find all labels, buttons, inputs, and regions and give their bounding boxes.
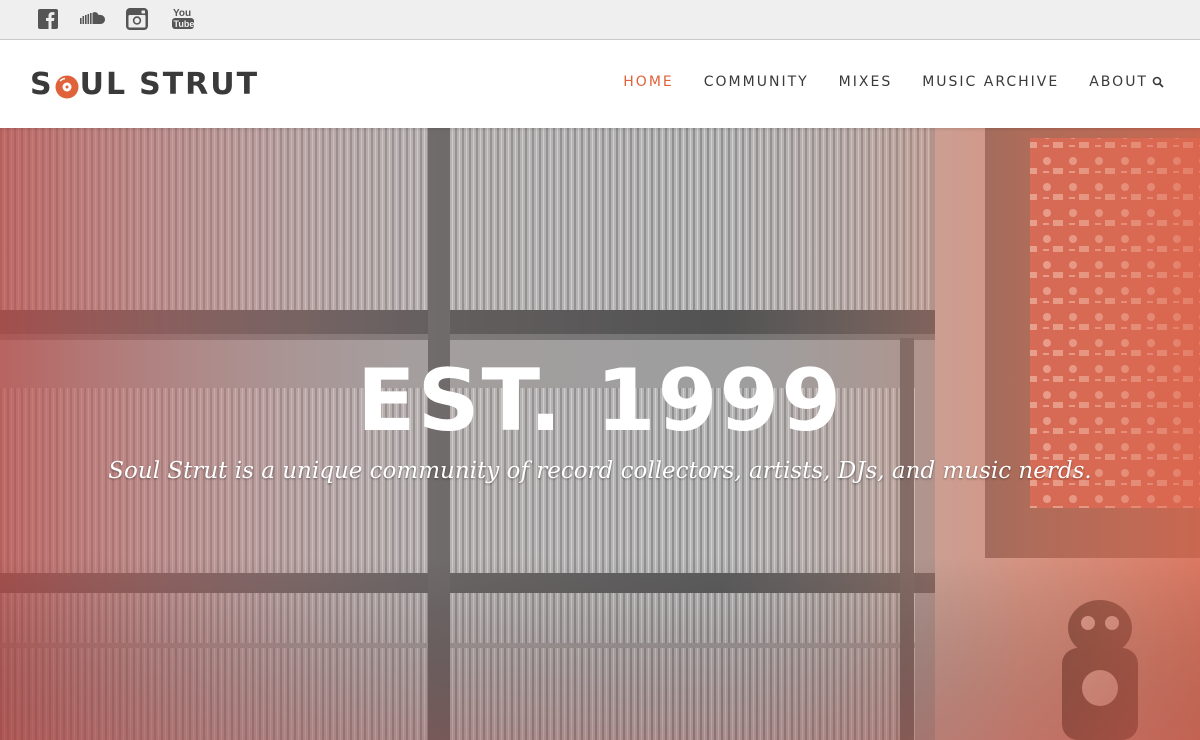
logo-text-s: S [30,66,54,102]
instagram-icon[interactable] [126,8,148,30]
site-logo[interactable]: S UL STRUT [30,64,259,104]
vinyl-record-icon [55,72,79,99]
youtube-icon-bottom-text: Tube [174,19,195,29]
logo-text-strut: STRUT [139,66,260,102]
soundcloud-icon[interactable] [80,10,106,26]
youtube-icon-top-text: You [173,8,191,19]
nav-about[interactable]: ABOUT [1089,74,1148,90]
site-header: S UL STRUT HOME COMMUNITY MIXES MUSIC AR… [0,40,1200,128]
nav-music-archive[interactable]: MUSIC ARCHIVE [922,74,1059,90]
hero-subtitle: Soul Strut is a unique community of reco… [108,458,1092,484]
nav-home[interactable]: HOME [623,74,673,90]
logo-text-ul: UL [79,66,128,102]
hero-banner: EST. 1999 Soul Strut is a unique communi… [0,128,1200,740]
facebook-icon[interactable] [38,8,58,30]
nav-community[interactable]: COMMUNITY [704,74,809,90]
youtube-icon[interactable]: You Tube [172,6,194,30]
search-icon[interactable] [1152,76,1164,92]
hero-title: EST. 1999 [356,351,844,451]
nav-mixes[interactable]: MIXES [839,74,893,90]
main-nav: HOME COMMUNITY MIXES MUSIC ARCHIVE ABOUT [593,74,1164,90]
social-bar: You Tube [0,0,1200,40]
